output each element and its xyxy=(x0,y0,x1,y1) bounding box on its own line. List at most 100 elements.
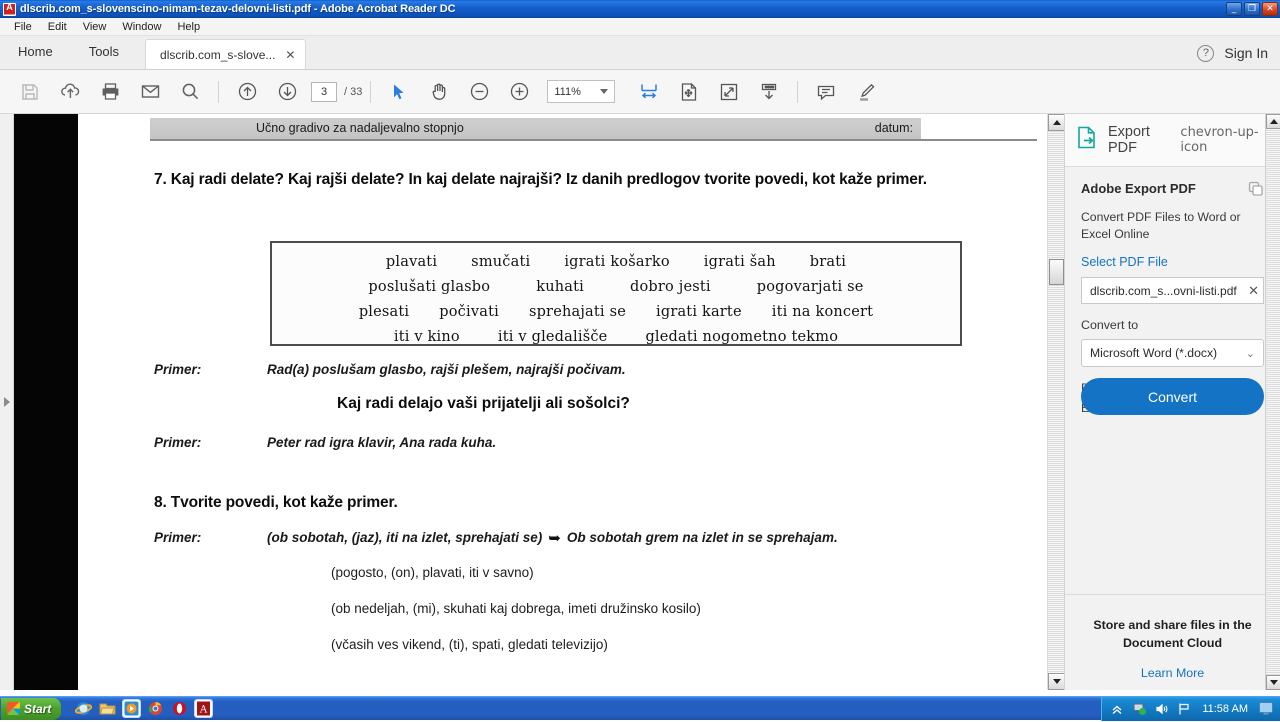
menubar: File Edit View Window Help xyxy=(0,18,1280,36)
pan-page-icon[interactable] xyxy=(669,72,709,112)
export-pdf-header[interactable]: Export PDF chevron-up-icon xyxy=(1065,114,1280,167)
tab-home[interactable]: Home xyxy=(0,35,71,69)
internet-explorer-icon[interactable] xyxy=(75,700,92,717)
fit-width-icon[interactable] xyxy=(629,72,669,112)
panel-scrollbar[interactable] xyxy=(1265,114,1280,690)
minus-circle-icon[interactable] xyxy=(459,72,499,112)
word-bank-row: poslušati glasbo kuhati dobro jesti pogo… xyxy=(272,275,960,300)
selected-file-name: dlscrib.com_s...ovni-listi.pdf xyxy=(1090,284,1258,298)
plus-circle-icon[interactable] xyxy=(499,72,539,112)
word-bank-item: igrati karte xyxy=(656,300,742,325)
tab-tools[interactable]: Tools xyxy=(71,35,137,69)
export-pdf-description: Convert PDF Files to Word or Excel Onlin… xyxy=(1081,209,1264,242)
start-button-label: Start xyxy=(24,702,51,716)
system-tray: 11:58 AM xyxy=(1101,697,1280,721)
menu-edit[interactable]: Edit xyxy=(40,21,75,33)
fullscreen-icon[interactable] xyxy=(709,72,749,112)
window-titlebar: dlscrib.com_s-slovenscino-nimam-tezav-de… xyxy=(0,0,1280,18)
word-bank-item: poslušati glasbo xyxy=(368,275,490,300)
comment-icon[interactable] xyxy=(806,72,846,112)
chrome-icon[interactable] xyxy=(147,700,164,717)
help-icon[interactable]: ? xyxy=(1197,45,1214,62)
scrollbar-thumb[interactable] xyxy=(1049,259,1064,285)
document-cloud-title: Store and share files in the Document Cl… xyxy=(1065,617,1280,653)
search-icon[interactable] xyxy=(170,72,210,112)
windows-flag-icon xyxy=(7,702,20,715)
chevron-up-icon[interactable]: chevron-up-icon xyxy=(1180,125,1268,155)
question-8-heading: 8. Tvorite povedi, kot kaže primer. xyxy=(154,492,398,513)
save-icon[interactable] xyxy=(10,72,50,112)
arrow-down-circle-icon[interactable] xyxy=(267,72,307,112)
convert-to-select[interactable]: Microsoft Word (*.docx) ⌄ xyxy=(1081,339,1264,367)
triangle-down-icon xyxy=(1053,679,1061,684)
folder-icon[interactable] xyxy=(99,700,116,717)
media-player-icon[interactable] xyxy=(123,700,140,717)
show-hidden-icons-icon[interactable] xyxy=(1111,702,1125,716)
clear-file-icon[interactable]: ✕ xyxy=(1248,283,1259,299)
word-bank-item: brati xyxy=(810,250,846,275)
flag-icon[interactable] xyxy=(1177,702,1191,716)
volume-icon[interactable] xyxy=(1155,702,1169,716)
word-bank-item: igrati košarko xyxy=(564,250,669,275)
desktop-preview-icon[interactable] xyxy=(1259,702,1273,716)
zoom-level-select[interactable]: 111% xyxy=(547,80,615,103)
network-icon[interactable] xyxy=(1133,702,1147,716)
scroll-down-button[interactable] xyxy=(1048,673,1064,690)
convert-button[interactable]: Convert xyxy=(1081,378,1264,415)
start-button[interactable]: Start xyxy=(1,698,61,720)
close-icon[interactable]: ✕ xyxy=(285,48,295,62)
print-icon[interactable] xyxy=(90,72,130,112)
question-8-item: (pogosto, (on), plavati, iti v savno) xyxy=(331,565,534,580)
word-bank-row: plesati počivati sprehajati se igrati ka… xyxy=(272,300,960,325)
chevron-down-icon xyxy=(600,89,608,94)
minimize-button[interactable]: _ xyxy=(1226,2,1242,16)
email-icon[interactable] xyxy=(130,72,170,112)
question-7-subquestion: Kaj radi delajo vaši prijatelji ali sošo… xyxy=(337,395,630,413)
primer-row-3: Primer: (ob sobotah, (jaz), iti na izlet… xyxy=(154,528,838,546)
select-pdf-file-link[interactable]: Select PDF File xyxy=(1081,255,1264,269)
navigation-pane-toggle[interactable] xyxy=(0,114,14,690)
arrow-up-circle-icon[interactable] xyxy=(227,72,267,112)
document-tab[interactable]: dlscrib.com_s-slove... ✕ xyxy=(145,39,306,69)
menu-file[interactable]: File xyxy=(6,21,40,33)
toolbar-separator-1 xyxy=(218,81,219,103)
primer-label: Primer: xyxy=(154,530,267,545)
loop-arrow-icon: ➥ xyxy=(548,529,561,547)
taskbar-clock[interactable]: 11:58 AM xyxy=(1202,703,1248,715)
hand-icon[interactable] xyxy=(419,72,459,112)
export-pdf-panel: Export PDF chevron-up-icon Adobe Export … xyxy=(1064,114,1280,690)
triangle-up-icon xyxy=(1053,120,1061,125)
document-viewport[interactable]: Učno gradivo za nadaljevalno stopnjo dat… xyxy=(14,114,1064,690)
highlight-icon[interactable] xyxy=(846,72,886,112)
scroll-up-button[interactable] xyxy=(1048,114,1064,131)
page-number-input[interactable]: 3 xyxy=(311,82,337,102)
svg-text:A: A xyxy=(199,705,208,716)
document-scrollbar[interactable] xyxy=(1047,114,1064,690)
menu-window[interactable]: Window xyxy=(114,21,169,33)
word-bank-item: dobro jesti xyxy=(630,275,711,300)
acrobat-app-icon xyxy=(3,3,16,16)
cursor-icon[interactable] xyxy=(379,72,419,112)
copy-icon[interactable] xyxy=(1248,181,1264,202)
opera-icon[interactable] xyxy=(171,700,188,717)
word-bank-box: plavati smučati igrati košarko igrati ša… xyxy=(270,241,962,346)
close-button[interactable]: ✕ xyxy=(1262,2,1278,16)
question-7-heading: 7. Kaj radi delate? Kaj rajši delate? In… xyxy=(154,169,944,190)
menu-view[interactable]: View xyxy=(75,21,115,33)
scrollbar-track[interactable] xyxy=(1048,131,1064,673)
app-tabstrip: Home Tools dlscrib.com_s-slove... ✕ ? Si… xyxy=(0,36,1280,70)
learn-more-link[interactable]: Learn More xyxy=(1065,666,1280,680)
acrobat-reader-icon[interactable]: A xyxy=(195,700,212,717)
scroll-mode-icon[interactable] xyxy=(749,72,789,112)
page-header-band: Učno gradivo za nadaljevalno stopnjo dat… xyxy=(150,116,1037,142)
maximize-button[interactable]: ❐ xyxy=(1244,2,1260,16)
panel-scroll-down-button[interactable] xyxy=(1266,675,1280,690)
panel-scroll-up-button[interactable] xyxy=(1266,114,1280,129)
sign-in-button[interactable]: Sign In xyxy=(1224,45,1268,61)
word-bank-item: plavati xyxy=(386,250,437,275)
question-7-example-2: Peter rad igra klavir, Ana rada kuha. xyxy=(267,435,496,450)
selected-file-field[interactable]: dlscrib.com_s...ovni-listi.pdf ✕ xyxy=(1081,277,1264,304)
upload-cloud-icon[interactable] xyxy=(50,72,90,112)
word-bank-item: plesati xyxy=(359,300,409,325)
menu-help[interactable]: Help xyxy=(169,21,208,33)
